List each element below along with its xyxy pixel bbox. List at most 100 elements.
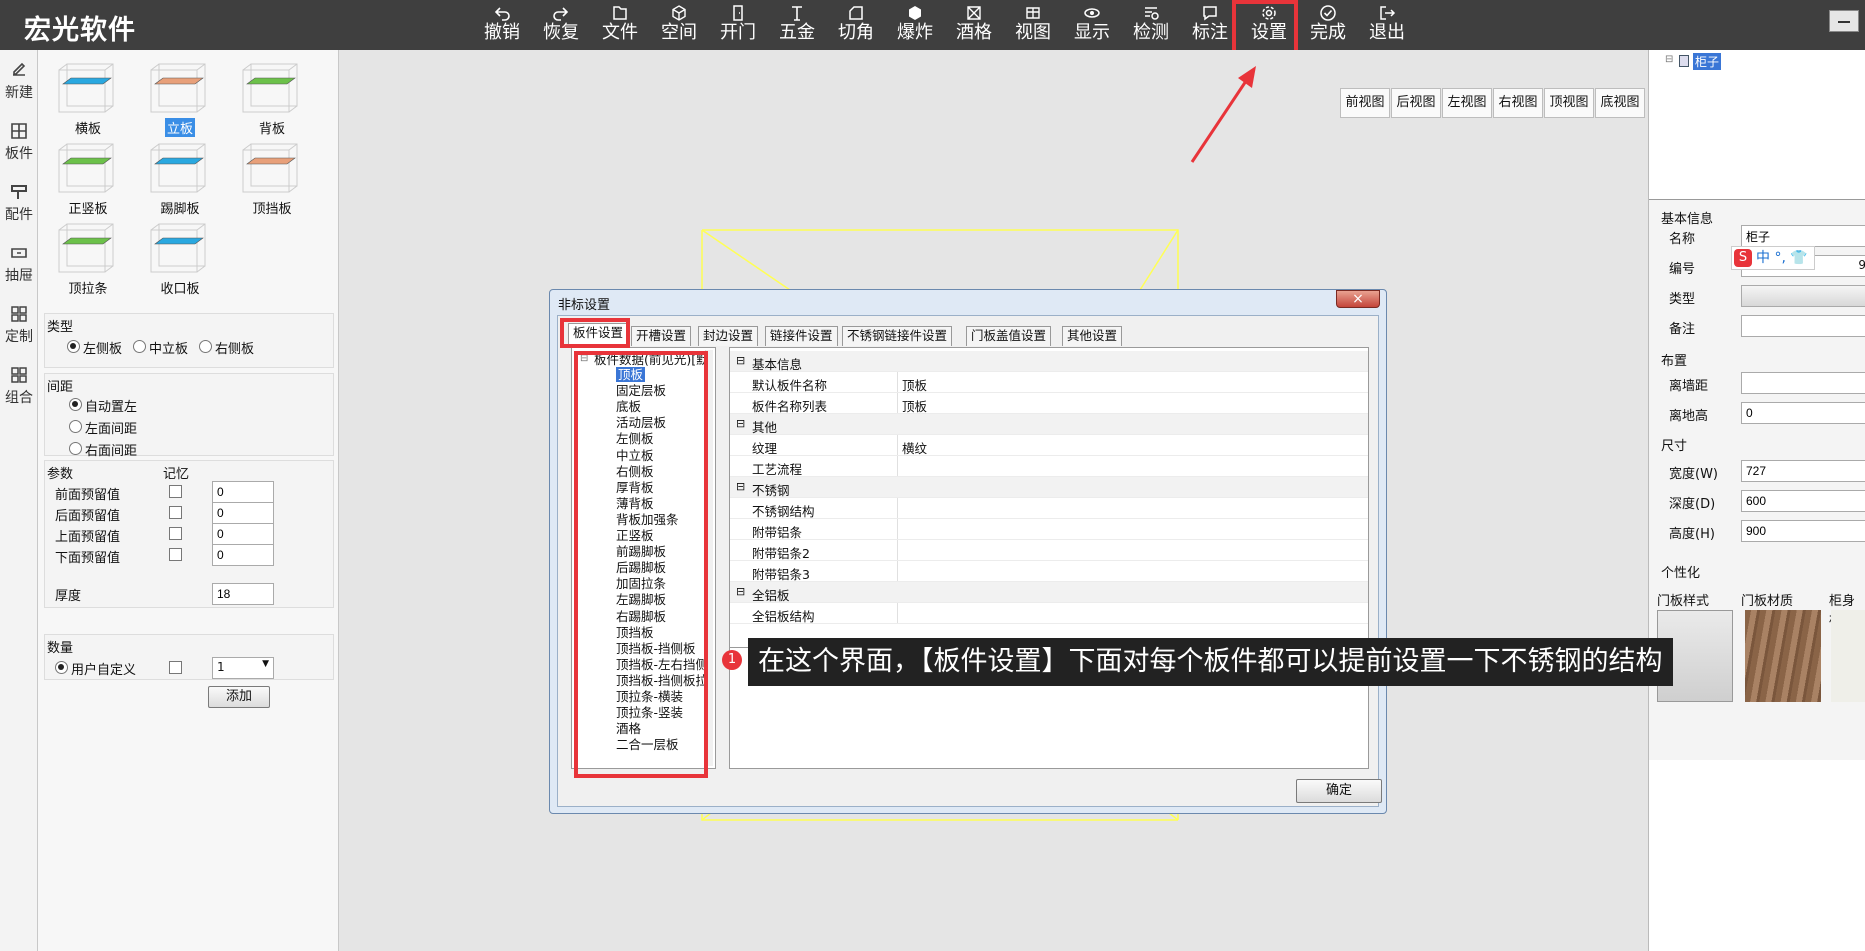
toolbar-view-button[interactable]: 视图 [1005,2,1061,48]
property-row[interactable]: 全铝板结构 [730,603,1368,624]
spacing-radio[interactable]: 右面间距 [69,440,137,459]
view-button[interactable]: 后视图 [1391,88,1441,118]
dialog-tab[interactable]: 其他设置 [1062,326,1123,346]
property-category[interactable]: ⊟ 其他 [730,414,1368,435]
property-value[interactable]: 顶板 [902,396,927,415]
spacing-radio[interactable]: 左面间距 [69,418,137,437]
board-tree-item[interactable]: 薄背板 [616,496,654,511]
property-category[interactable]: ⊟ 不锈钢 [730,477,1368,498]
property-row[interactable]: 纹理 横纹 [730,435,1368,456]
board-tree-item[interactable]: 顶挡板-挡侧板拉 [616,673,708,688]
door-material-swatch[interactable] [1745,610,1821,702]
floor-height-input[interactable] [1741,402,1865,424]
collapse-icon[interactable]: ⊟ [736,480,745,493]
nav-combine[interactable]: 组合 [0,355,38,413]
board-tree-item[interactable]: 活动层板 [616,415,666,430]
property-row[interactable]: 默认板件名称 顶板 [730,372,1368,393]
nav-drawer[interactable]: 抽屉 [0,233,38,291]
dialog-tab[interactable]: 门板盖值设置 [966,326,1052,346]
body-material-swatch[interactable] [1831,610,1865,702]
board-tree-item[interactable]: 底板 [616,399,641,414]
toolbar-wine-rack-button[interactable]: 酒格 [946,2,1002,48]
nav-new[interactable]: 新建 [0,50,38,108]
toolbar-cube-button[interactable]: 空间 [651,2,707,48]
board-tree-item[interactable]: 正竖板 [616,528,654,543]
param-input[interactable] [212,544,274,566]
dialog-tab[interactable]: 开槽设置 [631,326,692,346]
close-icon[interactable]: × [1336,290,1380,308]
board-tree-item[interactable]: 顶挡板 [616,625,654,640]
depth-input[interactable] [1741,490,1865,512]
board-tree-item[interactable]: 固定层板 [616,383,666,398]
part-tile[interactable]: 横板 [46,58,130,138]
part-tile[interactable]: 立板 [138,58,222,138]
type-radio[interactable]: 右侧板 [199,338,254,357]
param-memory-checkbox[interactable] [169,527,182,540]
property-row[interactable]: 附带铝条3 [730,561,1368,582]
type-radio[interactable]: 左侧板 [67,338,122,357]
property-row[interactable]: 板件名称列表 顶板 [730,393,1368,414]
toolbar-detect-button[interactable]: 检测 [1123,2,1179,48]
height-input[interactable] [1741,520,1865,542]
part-tile[interactable]: 背板 [230,58,314,138]
property-row[interactable]: 不锈钢结构 [730,498,1368,519]
board-tree-item[interactable]: 顶挡板-挡侧板 [616,641,696,656]
nav-custom[interactable]: 定制 [0,294,38,352]
board-tree-item[interactable]: 左踢脚板 [616,592,666,607]
view-button[interactable]: 底视图 [1595,88,1645,118]
toolbar-redo-button[interactable]: 恢复 [533,2,589,48]
tree-expand-icon[interactable]: ⊟ [1665,54,1673,65]
toolbar-explode-button[interactable]: 爆炸 [887,2,943,48]
toolbar-hardware-button[interactable]: 五金 [769,2,825,48]
toolbar-undo-button[interactable]: 撤销 [474,2,530,48]
quantity-memory-checkbox[interactable] [169,661,182,674]
board-tree[interactable]: ⊟ 板件数据(前见光)[默 顶板 固定层板 底板 活动层板 左侧板 中立板 右侧板 厚背板 薄背… [571,347,716,769]
property-category[interactable]: ⊟ 基本信息 [730,351,1368,372]
board-tree-item[interactable]: 酒格 [616,721,641,736]
minimize-button[interactable] [1829,10,1859,32]
ok-button[interactable]: 确定 [1296,779,1382,803]
property-value[interactable]: 横纹 [902,438,927,457]
toolbar-annotation-button[interactable]: 标注 [1182,2,1238,48]
note-input[interactable] [1741,315,1865,337]
board-tree-item[interactable]: 顶板 [616,367,646,382]
type-select[interactable] [1741,285,1865,307]
user-defined-radio[interactable]: 用户自定义 [55,659,136,678]
wall-distance-input[interactable] [1741,372,1865,394]
toolbar-eye-button[interactable]: 显示 [1064,2,1120,48]
tree-scrollbar[interactable] [705,350,713,766]
tree-root-cabinet[interactable]: 柜子 [1693,53,1722,70]
property-category[interactable]: ⊟ 全铝板 [730,582,1368,603]
param-input[interactable] [212,502,274,524]
part-tile[interactable]: 顶拉条 [46,218,130,298]
toolbar-file-button[interactable]: 文件 [592,2,648,48]
part-tile[interactable]: 踢脚板 [138,138,222,218]
board-tree-item[interactable]: 二合一层板 [616,737,679,752]
param-memory-checkbox[interactable] [169,506,182,519]
param-input[interactable] [212,523,274,545]
dialog-tab[interactable]: 链接件设置 [765,326,838,346]
board-tree-item[interactable]: 加固拉条 [616,576,666,591]
collapse-icon[interactable]: ⊟ [736,585,745,598]
toolbar-exit-button[interactable]: 退出 [1359,2,1415,48]
view-button[interactable]: 前视图 [1340,88,1390,118]
property-row[interactable]: 附带铝条2 [730,540,1368,561]
type-radio[interactable]: 中立板 [133,338,188,357]
property-row[interactable]: 工艺流程 [730,456,1368,477]
board-tree-item[interactable]: 顶挡板-左右挡侧 [616,657,708,672]
board-tree-item[interactable]: 后踢脚板 [616,560,666,575]
quantity-select[interactable]: 1 ▼ [212,657,274,679]
dialog-tab[interactable]: 板件设置 [568,323,629,347]
toolbar-door-button[interactable]: 开门 [710,2,766,48]
width-input[interactable] [1741,460,1865,482]
view-button[interactable]: 右视图 [1493,88,1543,118]
board-tree-item[interactable]: 背板加强条 [616,512,679,527]
collapse-icon[interactable]: ⊟ [736,354,745,367]
property-row[interactable]: 附带铝条 [730,519,1368,540]
board-tree-item[interactable]: 顶拉条-横装 [616,689,683,704]
add-button[interactable]: 添加 [208,686,270,708]
board-tree-item[interactable]: 中立板 [616,448,654,463]
thickness-input[interactable] [212,583,274,605]
board-tree-item[interactable]: 左侧板 [616,431,654,446]
tree-root[interactable]: 板件数据(前见光)[默 [594,352,709,367]
